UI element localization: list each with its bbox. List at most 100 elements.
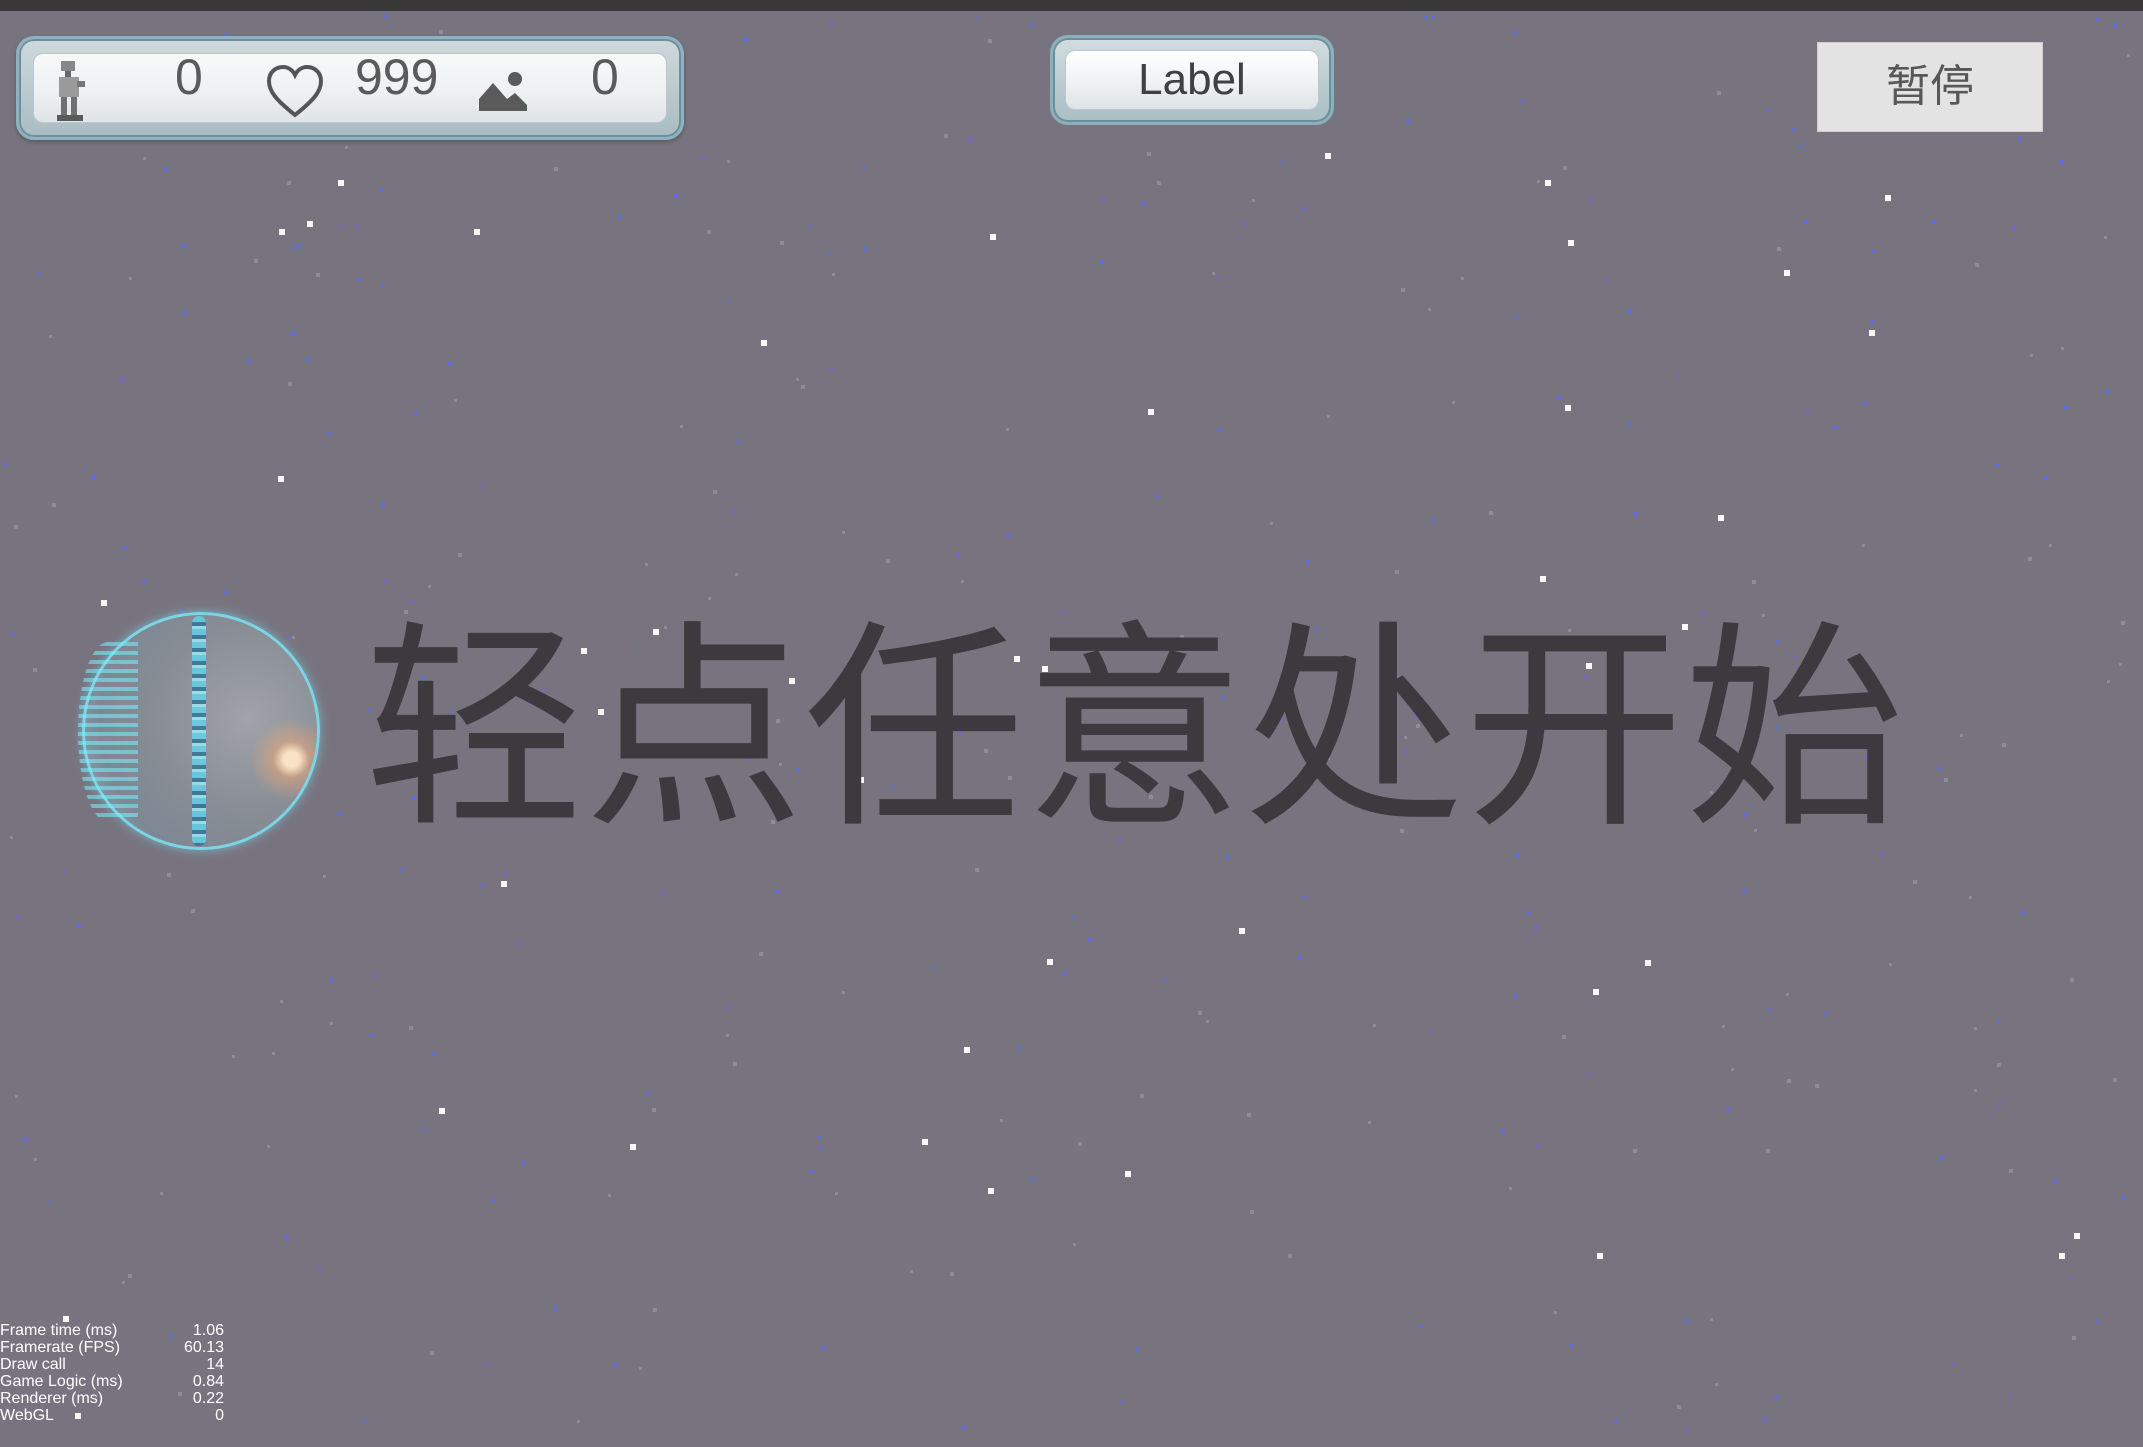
star (15, 915, 18, 918)
star (1710, 1318, 1713, 1321)
label-button-text[interactable]: Label (1065, 50, 1319, 110)
star (181, 244, 185, 248)
star (1018, 1047, 1021, 1050)
star (1939, 1156, 1943, 1160)
tap-to-start-text[interactable]: 轻点任意处开始 (364, 610, 1904, 850)
star (160, 1192, 163, 1195)
star (1297, 955, 1301, 959)
star (1031, 24, 1034, 27)
star (1870, 320, 1874, 324)
star (835, 1192, 838, 1195)
star (1420, 1325, 1423, 1328)
star (864, 248, 867, 251)
star (341, 225, 344, 228)
star (1157, 181, 1161, 185)
star (2054, 1179, 2058, 1183)
star (639, 1367, 642, 1370)
star (1634, 512, 1638, 516)
star (1250, 1210, 1254, 1214)
star (52, 503, 56, 507)
star (1534, 925, 1538, 929)
star (1766, 1149, 1770, 1153)
star (1997, 1063, 2001, 1067)
star (957, 554, 960, 557)
stat-value: 14 (206, 1356, 224, 1373)
star (15, 1095, 18, 1098)
star (647, 1091, 650, 1094)
star (950, 1272, 954, 1276)
star (1715, 1383, 1718, 1386)
star (1368, 1121, 1371, 1124)
star (24, 1138, 28, 1142)
star (1163, 978, 1166, 981)
star (1815, 1084, 1819, 1088)
star (3, 462, 7, 466)
heart-icon (266, 64, 324, 118)
scene-count-value: 0 (591, 49, 619, 105)
star (1768, 1007, 1771, 1010)
star (143, 157, 146, 160)
stat-row: Frame time (ms) 1.06 (0, 1322, 224, 1339)
star (830, 368, 833, 371)
star (801, 385, 805, 389)
star (1239, 928, 1245, 934)
star (1614, 1419, 1618, 1423)
star (2070, 978, 2074, 982)
star (124, 546, 127, 549)
star (1206, 1020, 1209, 1023)
star (708, 597, 711, 600)
star (383, 580, 386, 583)
stat-value: 60.13 (183, 1339, 224, 1356)
star (1198, 1011, 1202, 1015)
star (964, 1047, 970, 1053)
star (1627, 309, 1631, 313)
star (842, 991, 845, 994)
star (2119, 663, 2122, 666)
star (1537, 180, 1540, 183)
star (1777, 247, 1781, 251)
star (481, 485, 484, 488)
star (1243, 222, 1246, 225)
star (2107, 680, 2110, 683)
star (1731, 1068, 1734, 1071)
star (1974, 1089, 1977, 1092)
hud-panel-inner (33, 53, 667, 123)
star (1590, 199, 1593, 202)
star (267, 1145, 270, 1148)
star (454, 399, 457, 402)
star (1996, 464, 1999, 467)
star (307, 221, 313, 227)
star (1252, 199, 1255, 202)
star (345, 146, 348, 149)
star (1633, 1149, 1637, 1153)
star (1305, 560, 1309, 564)
star (810, 1169, 814, 1173)
planet-sprite (78, 612, 320, 850)
star (988, 1188, 994, 1194)
star (2061, 347, 2064, 350)
star (400, 869, 403, 872)
label-button[interactable]: Label (1050, 35, 1334, 125)
star (191, 909, 195, 913)
star (375, 974, 378, 977)
star (776, 890, 779, 893)
star (1303, 896, 1306, 899)
star (1565, 405, 1571, 411)
star (1824, 1013, 1827, 1016)
star (1513, 30, 1517, 34)
star (652, 1108, 656, 1112)
star (1557, 395, 1561, 399)
star (707, 230, 711, 234)
star (630, 1144, 636, 1150)
star (474, 229, 480, 235)
star (1717, 91, 1721, 95)
star (1685, 1428, 1688, 1431)
pause-button[interactable]: 暂停 (1817, 42, 2043, 132)
star (409, 1026, 413, 1030)
star (1589, 1073, 1592, 1076)
star (820, 1146, 823, 1149)
star (328, 431, 332, 435)
star (338, 812, 342, 816)
star (1142, 202, 1146, 206)
star (990, 234, 996, 240)
